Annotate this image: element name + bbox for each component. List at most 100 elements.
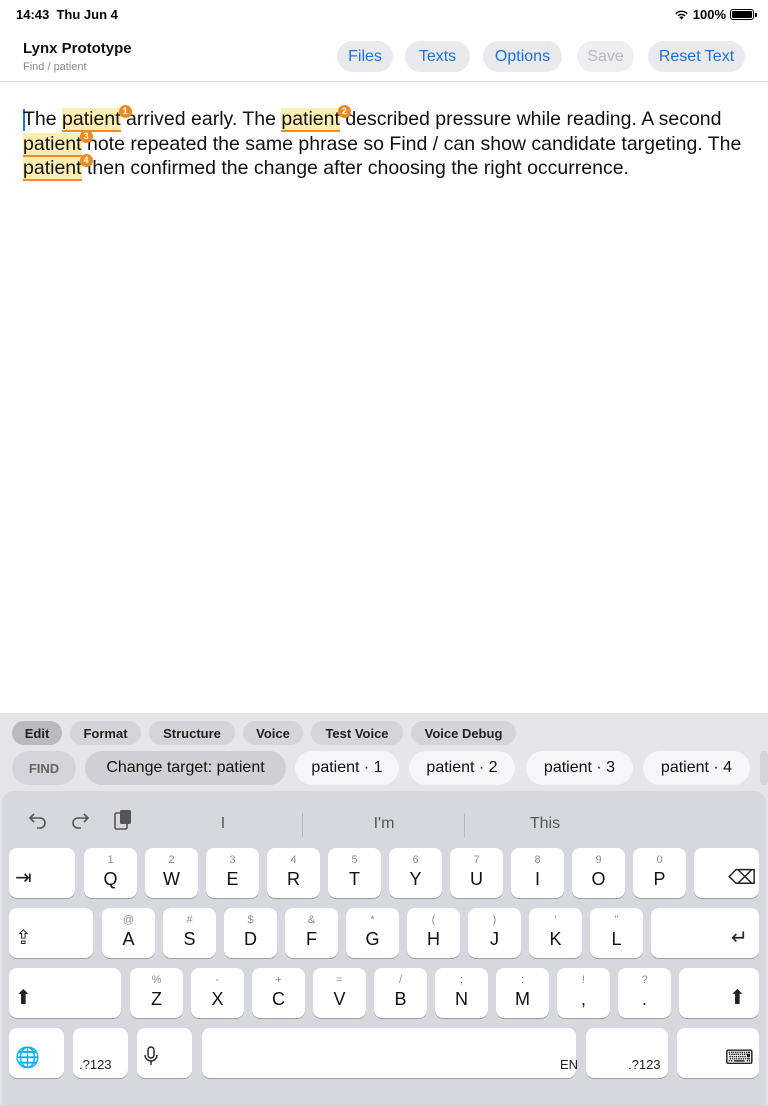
body-text: note repeated the same phrase so Find / … [81,132,742,155]
text-editor[interactable]: The patient 1 arrived early. The patient 2… [23,105,748,181]
tab-edit[interactable]: Edit [12,721,62,745]
key-alt-label: - [215,974,220,986]
key-z[interactable]: % Z [130,968,183,1018]
key-alt-label: 2 [168,854,175,866]
microphone-icon [143,1046,159,1072]
key-period[interactable]: ?. [618,968,671,1018]
delete-key[interactable]: ⌫ [694,848,759,898]
occurrence-chip-4[interactable]: patient · 4 [643,751,750,785]
key-g[interactable]: * G [346,908,399,958]
key-f[interactable]: & F [285,908,338,958]
nav-bar: Lynx Prototype Find / patient Files Text… [0,30,768,82]
key-label: H [427,929,440,949]
reset-text-button[interactable]: Reset Text [648,41,745,72]
paste-icon[interactable] [113,809,133,831]
tab-format[interactable]: Format [70,721,141,745]
key-label: R [287,869,300,889]
occurrence-badge[interactable]: 3 [79,129,93,143]
key-p[interactable]: 0P [633,848,686,898]
body-text: The [23,108,63,130]
files-button[interactable]: Files [337,41,393,72]
prediction-1[interactable]: I [143,815,303,833]
prediction-3[interactable]: This [465,815,625,833]
key-e[interactable]: 3E [206,848,259,898]
return-key[interactable]: ↵ [651,908,759,958]
key-j[interactable]: ) J [468,908,521,958]
key-label: M [515,989,530,1009]
dictation-key[interactable] [137,1028,192,1078]
shift-right-key[interactable]: ⬆ [679,968,759,1018]
key-label: T [349,869,360,889]
globe-key[interactable]: 🌐 [9,1028,64,1078]
key-alt-label: & [307,914,316,926]
save-button[interactable]: Save [577,41,634,72]
match-wrapper: patient 4 [23,154,93,181]
options-button[interactable]: Options [483,41,562,72]
key-alt-label: 4 [290,854,297,866]
shift-left-key[interactable]: ⬆ [9,968,121,1018]
accessory-toolbar: Edit Format Structure Voice Test Voice V… [0,713,768,791]
texts-button[interactable]: Texts [405,41,470,72]
occurrence-badge[interactable]: 4 [79,154,93,167]
key-h[interactable]: (H [407,908,460,958]
wifi-icon [674,10,688,20]
key-alt-label: ) [492,914,497,926]
occurrence-badge[interactable]: 2 [337,105,351,118]
occurrence-chip-more[interactable] [760,751,768,785]
key-n[interactable]: ; N [435,968,488,1018]
key-alt-label: 9 [595,854,602,866]
undo-icon[interactable] [28,811,48,829]
key-a[interactable]: @ A [102,908,155,958]
numbers-label: .?123 [628,1057,661,1072]
tab-key[interactable]: ⇥ [9,848,75,898]
caps-lock-key[interactable]: ⇪ [9,908,93,958]
numbers-key-right[interactable]: .?123 [586,1028,668,1078]
key-d[interactable]: $ D [224,908,277,958]
occurrence-chip-3[interactable]: patient · 3 [526,751,633,785]
key-c[interactable]: + C [252,968,305,1018]
keyboard: I I'm This ⇥ 1 Q 2 W 3 E 4 R 5 T 6 Y 7 U 8 I 9 O 0 P ⌫ ⇪ @ A # S $ D… [0,791,768,1105]
body-text: then confirmed the change after choosing… [81,157,629,179]
key-y[interactable]: 6Y [389,848,442,898]
tab-test-voice[interactable]: Test Voice [311,721,403,745]
key-comma[interactable]: !, [557,968,610,1018]
key-alt-label: 5 [351,854,358,866]
key-label: X [211,989,224,1009]
key-r[interactable]: 4R [267,848,320,898]
key-b[interactable]: / B [374,968,427,1018]
key-alt-label: ' [554,914,557,926]
key-o[interactable]: 9O [572,848,625,898]
key-v[interactable]: = V [313,968,366,1018]
key-u[interactable]: 7U [450,848,503,898]
find-chip[interactable]: FIND [12,751,76,785]
key-l[interactable]: " L [590,908,643,958]
key-s[interactable]: # S [163,908,216,958]
occurrence-badge[interactable]: 1 [118,105,132,118]
key-w[interactable]: 2W [145,848,198,898]
key-q[interactable]: 1Q [84,848,137,898]
key-alt-label: ; [459,974,464,986]
tab-voice[interactable]: Voice [243,721,303,745]
redo-icon[interactable] [70,811,90,829]
match-wrapper: patient 2 [281,105,351,132]
space-key[interactable]: EN [202,1028,578,1078]
tab-structure[interactable]: Structure [149,721,235,745]
occurrence-chip-2[interactable]: patient · 2 [409,751,515,785]
hide-keyboard-key[interactable]: ⌨ [677,1028,759,1078]
key-m[interactable]: :M [496,968,549,1018]
key-label: Q [103,869,118,889]
numbers-key-left[interactable]: .?123 [73,1028,128,1078]
key-alt-label: / [398,974,403,986]
occurrence-chip-1[interactable]: patient · 1 [295,751,399,785]
body-text: described pressure while reading. A seco… [339,108,722,130]
prediction-2[interactable]: I'm [304,815,464,833]
tab-voice-debug[interactable]: Voice Debug [411,721,516,745]
caps-lock-icon: ⇪ [15,927,32,949]
key-label: O [591,869,606,889]
key-x[interactable]: -X [191,968,244,1018]
key-i[interactable]: 8I [511,848,564,898]
key-k[interactable]: ' K [529,908,582,958]
change-target-chip[interactable]: Change target: patient [85,751,286,785]
key-t[interactable]: 5T [328,848,381,898]
match-highlight: patient [23,132,82,157]
